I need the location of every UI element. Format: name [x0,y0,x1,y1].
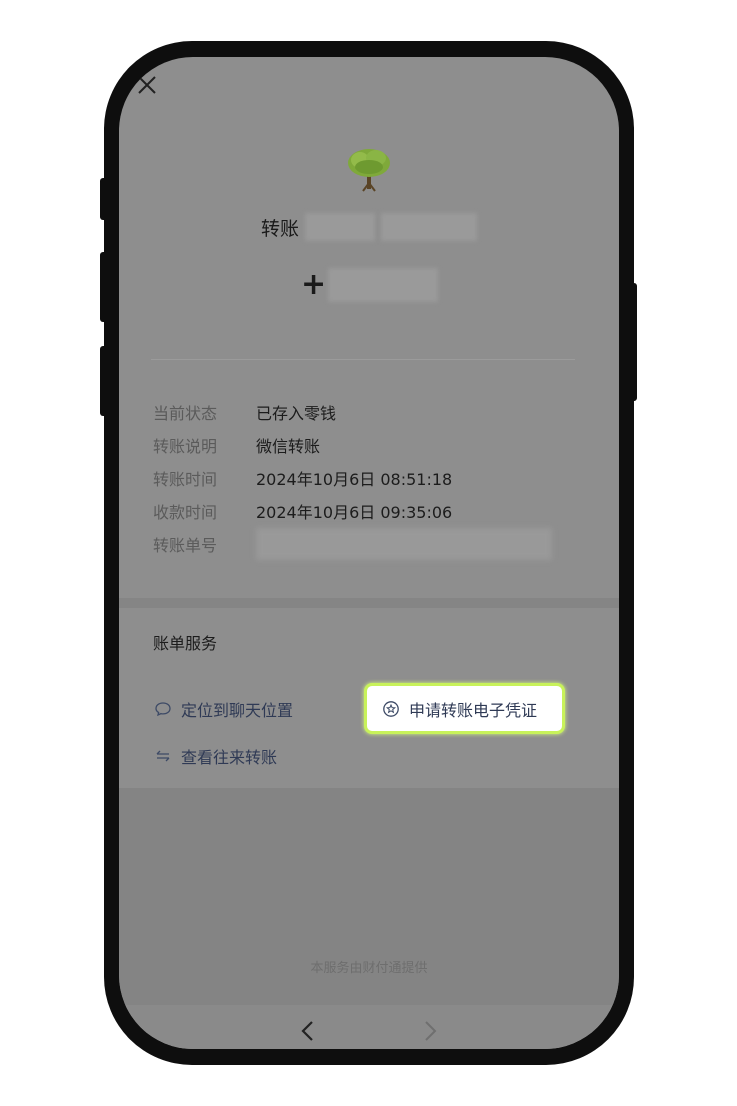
provider-text: 本服务由财付通提供 [310,961,428,976]
forward-button[interactable] [419,1019,441,1047]
chevron-right-icon [425,1021,437,1041]
detail-row-transfer-time: 转账时间 2024年10月6日 08:51:18 [153,461,552,494]
detail-row-note: 转账说明 微信转账 [153,428,552,461]
locate-chat-button[interactable]: 定位到聊天位置 [153,697,293,721]
locate-chat-label: 定位到聊天位置 [181,701,294,720]
view-history-label: 查看往来转账 [181,748,278,767]
detail-value: 2024年10月6日 08:51:18 [256,469,453,489]
transfer-title: 转账 [261,213,478,241]
detail-value: 微信转账 [256,436,321,456]
mute-switch [100,178,107,220]
payer-name-redacted [305,213,376,241]
order-number-redacted [256,527,552,560]
detail-label: 转账单号 [153,535,218,555]
detail-label: 转账时间 [153,469,218,489]
payer-name-redacted-2 [381,213,478,241]
close-button[interactable] [135,73,159,97]
chevron-left-icon [301,1021,313,1041]
detail-value: 已存入零钱 [256,403,337,423]
detail-label: 当前状态 [153,403,218,423]
chat-bubble-icon [153,699,173,719]
detail-row-receive-time: 收款时间 2024年10月6日 09:35:06 [153,494,552,527]
section-separator [119,598,619,608]
payer-avatar [348,149,390,192]
transfer-amount: + [301,267,439,302]
bill-services: 账单服务 定位到聊天位置 申请转账电子凭证 查看往来转账 [119,608,619,788]
detail-label: 收款时间 [153,502,218,522]
back-button[interactable] [297,1019,319,1047]
divider [151,359,575,360]
detail-value: 2024年10月6日 09:35:06 [256,502,453,522]
apply-voucher-content[interactable]: 申请转账电子凭证 [381,697,537,721]
close-icon [138,76,156,94]
phone-screen: 转账 + 当前状态 已存入零钱 转账说明 微信转账 转账时间 2024年10月6… [119,57,619,1049]
apply-voucher-label: 申请转账电子凭证 [409,701,538,720]
power-button [630,283,637,401]
detail-row-status: 当前状态 已存入零钱 [153,395,552,428]
detail-row-order-number: 转账单号 [153,527,552,560]
star-circle-icon [381,699,401,719]
browser-bottom-bar [119,1005,619,1049]
services-title: 账单服务 [153,634,218,653]
volume-down-button [100,346,107,416]
swap-arrows-icon [153,746,173,766]
volume-up-button [100,252,107,322]
transfer-details: 当前状态 已存入零钱 转账说明 微信转账 转账时间 2024年10月6日 08:… [153,395,552,560]
amount-redacted [328,267,439,302]
amount-sign: + [301,267,327,302]
view-history-button[interactable]: 查看往来转账 [153,744,277,768]
detail-label: 转账说明 [153,436,218,456]
transfer-label: 转账 [261,217,300,240]
